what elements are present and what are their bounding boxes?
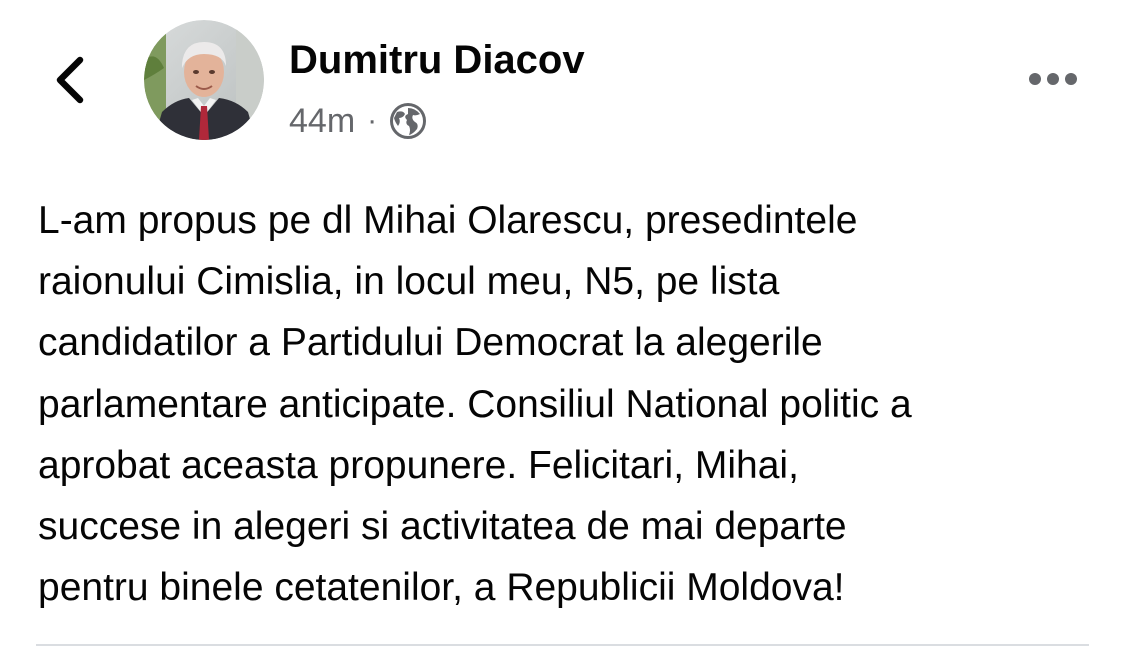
- post-body-line: parlamentare anticipate. Consiliul Natio…: [38, 382, 912, 426]
- more-horizontal-icon: [1029, 73, 1077, 85]
- author-photo: [144, 20, 264, 140]
- meta-separator: ·: [367, 104, 378, 137]
- back-button[interactable]: [48, 50, 92, 110]
- post-meta: 44m ·: [289, 98, 427, 144]
- more-options-button[interactable]: [1026, 64, 1080, 94]
- chevron-left-icon: [56, 56, 84, 104]
- post-timestamp[interactable]: 44m: [289, 102, 355, 141]
- post-body-line: candidatilor a Partidului Democrat la al…: [38, 321, 823, 365]
- post-body-line: raionului Cimislia, in locul meu, N5, pe…: [38, 260, 780, 304]
- globe-icon[interactable]: [389, 102, 427, 140]
- post-body-line: pentru binele cetatenilor, a Republicii …: [38, 566, 845, 610]
- post-body-line: succese in alegeri si activitatea de mai…: [38, 505, 847, 549]
- post-divider: [36, 644, 1089, 646]
- avatar[interactable]: [144, 20, 264, 140]
- post-body: L-am propus pe dl Mihai Olarescu, presed…: [38, 190, 1098, 618]
- author-name[interactable]: Dumitru Diacov: [289, 38, 585, 83]
- post-body-line: aprobat aceasta propunere. Felicitari, M…: [38, 443, 799, 487]
- post-body-line: L-am propus pe dl Mihai Olarescu, presed…: [38, 199, 858, 242]
